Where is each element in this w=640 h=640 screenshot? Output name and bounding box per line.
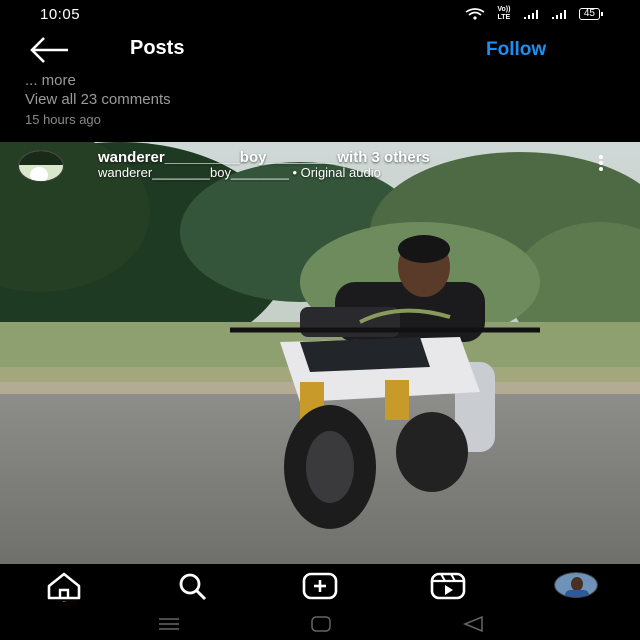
system-nav-bar [0, 608, 640, 640]
status-time: 10:05 [40, 5, 81, 23]
previous-post-footer: ... more View all 23 comments 15 hours a… [25, 72, 615, 127]
status-icons: Vo)) LTE 45 [465, 6, 604, 22]
signal-icon [523, 10, 538, 19]
back-button[interactable] [28, 34, 72, 66]
add-post-icon[interactable] [300, 570, 340, 602]
battery-icon: 45 [578, 8, 604, 20]
follow-button[interactable]: Follow [486, 39, 546, 61]
view-comments-link[interactable]: View all 23 comments [25, 91, 615, 108]
profile-image [555, 573, 597, 597]
arrow-left-icon [30, 37, 68, 63]
wifi-icon [465, 8, 485, 20]
author-name[interactable]: wanderer_________boy________ [98, 149, 333, 166]
volte-label: Vo)) LTE [497, 6, 511, 21]
post-author[interactable]: wanderer_________boy________ with 3 othe… [98, 149, 430, 166]
post-header: wanderer_________boy________ with 3 othe… [0, 142, 640, 190]
search-icon[interactable] [172, 570, 212, 602]
audio-line[interactable]: wanderer________boy________ • Original a… [98, 165, 381, 180]
with-others-link[interactable]: with 3 others [337, 149, 430, 166]
bottom-nav [0, 564, 640, 608]
home-button-icon[interactable] [306, 614, 336, 634]
signal-icon-2 [551, 10, 566, 19]
page-title: Posts [130, 37, 185, 59]
post-media[interactable]: wanderer_________boy________ with 3 othe… [0, 142, 640, 564]
reels-icon[interactable] [428, 570, 468, 602]
status-bar: 10:05 Vo)) LTE 45 [0, 0, 640, 28]
post-time: 15 hours ago [25, 112, 101, 127]
header: Posts Follow [0, 30, 640, 70]
back-nav-icon[interactable] [458, 614, 488, 634]
profile-avatar[interactable] [554, 572, 598, 598]
more-options-icon[interactable] [594, 154, 608, 174]
recent-apps-icon[interactable] [154, 614, 184, 634]
home-icon[interactable] [44, 570, 84, 605]
avatar-image [19, 151, 63, 181]
more-link[interactable]: ... more [25, 72, 615, 90]
author-avatar[interactable] [18, 150, 64, 182]
post-image [0, 142, 640, 564]
